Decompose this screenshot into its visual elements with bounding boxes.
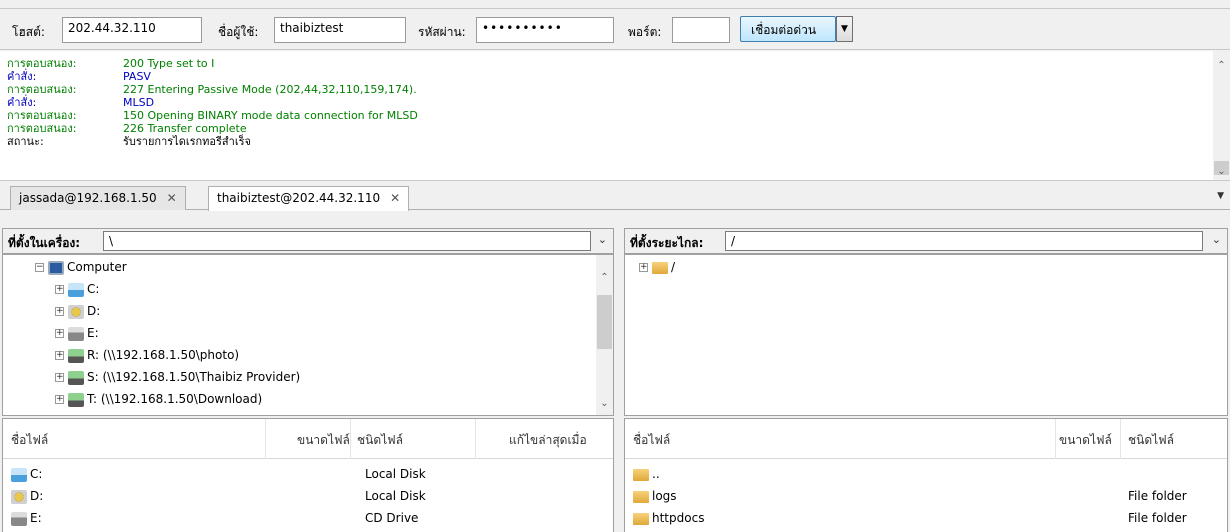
col-filetype[interactable]: ชนิดไฟล์: [357, 431, 403, 450]
cdrom-icon: [68, 304, 84, 319]
remote-path-bar: ที่ตั้งระยะไกล: / ⌄: [624, 228, 1228, 254]
table-row[interactable]: logs: [633, 485, 677, 507]
connection-tabs: jassada@192.168.1.50 ✕ thaibiztest@202.44…: [0, 182, 1230, 211]
local-column-header: ชื่อไฟล์ ขนาดไฟล์ ชนิดไฟล์ แก้ไขล่าสุดเม…: [3, 419, 613, 459]
computer-icon: [48, 260, 64, 275]
quickconnect-bar: โฮสต์: 202.44.32.110 ชื่อผู้ใช้: thaibiz…: [0, 8, 1230, 50]
tab-thaibiztest[interactable]: thaibiztest@202.44.32.110 ✕: [208, 186, 410, 211]
scroll-up-icon[interactable]: ⌃: [1213, 57, 1230, 74]
table-row[interactable]: ..: [633, 463, 660, 485]
remote-tree: + /: [624, 254, 1228, 416]
col-filename[interactable]: ชื่อไฟล์: [633, 431, 670, 450]
filezilla-window: โฮสต์: 202.44.32.110 ชื่อผู้ใช้: thaibiz…: [0, 0, 1230, 532]
password-input[interactable]: ••••••••••: [476, 17, 614, 43]
folder-icon: [652, 261, 668, 274]
tree-item-t[interactable]: + T: (\\192.168.1.50\Download): [55, 389, 262, 409]
network-drive-icon: [68, 348, 84, 363]
remote-column-header: ชื่อไฟล์ ขนาดไฟล์ ชนิดไฟล์: [625, 419, 1227, 459]
col-filetype[interactable]: ชนิดไฟล์: [1128, 431, 1174, 450]
port-label: พอร์ต:: [628, 25, 662, 39]
username-input[interactable]: thaibiztest: [274, 17, 406, 43]
file-type-cell: CD Drive: [365, 511, 419, 525]
table-row[interactable]: C:: [11, 463, 42, 485]
local-tree: − Computer + C: + D: + E: + R: (\\192.168.1.5…: [2, 254, 614, 416]
local-tree-scrollbar[interactable]: ⌃ ⌄: [596, 255, 613, 415]
col-filesize[interactable]: ขนาดไฟล์: [297, 431, 350, 450]
tree-item-s[interactable]: + S: (\\192.168.1.50\Thaibiz Provider): [55, 367, 300, 387]
tree-item-root[interactable]: + /: [639, 257, 675, 277]
file-type-cell: Local Disk: [365, 489, 426, 503]
local-path-label: ที่ตั้งในเครื่อง:: [8, 236, 81, 250]
tree-item-r[interactable]: + R: (\\192.168.1.50\photo): [55, 345, 239, 365]
file-type-cell: File folder: [1128, 489, 1187, 503]
hdd-icon: [11, 511, 27, 526]
cdrom-icon: [11, 489, 27, 504]
port-input[interactable]: [672, 17, 730, 43]
quickconnect-dropdown-icon[interactable]: ▼: [836, 16, 853, 42]
tree-item-computer[interactable]: − Computer: [35, 257, 127, 277]
remote-path-label: ที่ตั้งระยะไกล:: [630, 236, 704, 250]
message-log: การตอบสนอง: 200 Type set to I คำสั่ง: PASV…: [0, 51, 1230, 181]
scroll-down-icon[interactable]: ⌄: [1213, 163, 1230, 180]
remote-file-list: ชื่อไฟล์ ขนาดไฟล์ ชนิดไฟล์ .. logs File …: [624, 418, 1228, 532]
col-modified[interactable]: แก้ไขล่าสุดเมื่อ: [509, 431, 587, 450]
hdd-icon: [68, 326, 84, 341]
folder-icon: [633, 468, 649, 481]
remote-path-input[interactable]: /: [725, 231, 1203, 251]
chevron-down-icon[interactable]: ⌄: [1212, 233, 1221, 246]
table-row[interactable]: E:: [11, 507, 42, 529]
quickconnect-button[interactable]: เชื่อมต่อด่วน: [740, 16, 836, 42]
tab-jassada[interactable]: jassada@192.168.1.50 ✕: [10, 186, 186, 210]
scroll-thumb[interactable]: [597, 295, 612, 349]
file-type-cell: Local Disk: [365, 467, 426, 481]
table-row[interactable]: D:: [11, 485, 43, 507]
drive-c-icon: [11, 467, 27, 482]
close-icon[interactable]: ✕: [390, 191, 400, 205]
folder-icon: [633, 490, 649, 503]
table-row[interactable]: httpdocs: [633, 507, 704, 529]
tree-item-d[interactable]: + D:: [55, 301, 100, 321]
username-label: ชื่อผู้ใช้:: [218, 25, 259, 39]
file-type-cell: File folder: [1128, 511, 1187, 525]
host-input[interactable]: 202.44.32.110: [62, 17, 202, 43]
tab-list-icon[interactable]: ▼: [1217, 191, 1224, 201]
drive-c-icon: [68, 282, 84, 297]
close-icon[interactable]: ✕: [167, 191, 177, 205]
local-file-list: ชื่อไฟล์ ขนาดไฟล์ ชนิดไฟล์ แก้ไขล่าสุดเม…: [2, 418, 614, 532]
network-drive-icon: [68, 392, 84, 407]
local-path-bar: ที่ตั้งในเครื่อง: \ ⌄: [2, 228, 614, 254]
chevron-down-icon[interactable]: ⌄: [598, 233, 607, 246]
col-filename[interactable]: ชื่อไฟล์: [11, 431, 48, 450]
scroll-down-icon[interactable]: ⌄: [596, 395, 613, 412]
network-drive-icon: [68, 370, 84, 385]
col-filesize[interactable]: ขนาดไฟล์: [1059, 431, 1112, 450]
local-path-input[interactable]: \: [103, 231, 591, 251]
scroll-up-icon[interactable]: ⌃: [596, 269, 613, 286]
tree-item-c[interactable]: + C:: [55, 279, 99, 299]
tree-item-e[interactable]: + E:: [55, 323, 99, 343]
host-label: โฮสต์:: [12, 25, 45, 39]
folder-icon: [633, 512, 649, 525]
password-label: รหัสผ่าน:: [418, 25, 466, 39]
log-scrollbar[interactable]: ⌃ ⌄: [1213, 51, 1230, 180]
